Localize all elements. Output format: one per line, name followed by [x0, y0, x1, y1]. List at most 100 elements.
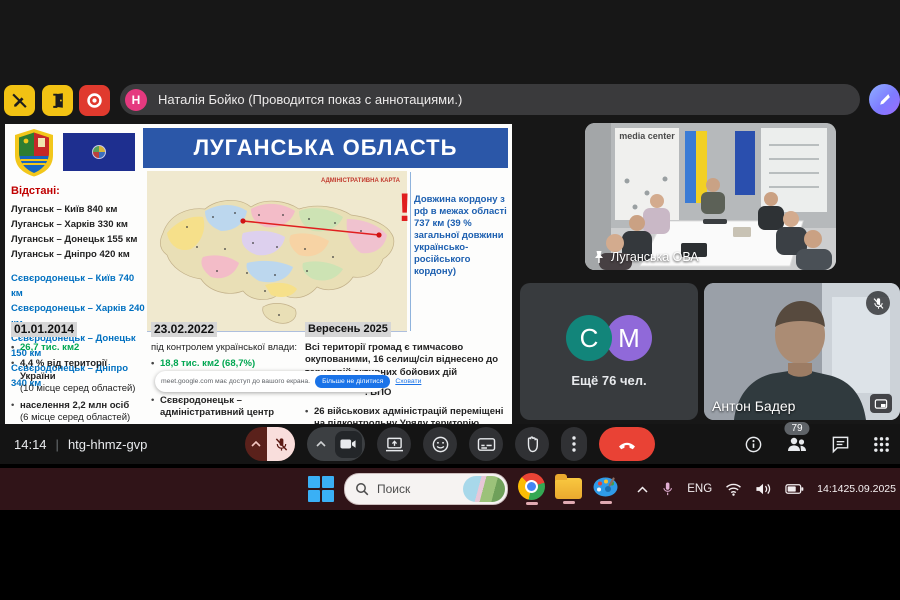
stop-sharing-button[interactable]: Більше не ділитися	[315, 375, 390, 388]
pin-icon	[593, 250, 605, 264]
camera-options-chevron[interactable]	[309, 427, 333, 461]
distance-line: Луганськ – Дніпро 420 км	[11, 247, 145, 262]
date-2022: 23.02.2022	[151, 322, 217, 337]
chrome-icon	[518, 473, 545, 500]
participants-button[interactable]: 79	[786, 435, 808, 453]
presenter-avatar: Н	[125, 89, 147, 111]
taskbar-file-explorer[interactable]	[555, 474, 582, 504]
presenter-banner[interactable]: Н Наталія Бойко (Проводится показ с анно…	[120, 84, 860, 115]
video-tile-others[interactable]: C M Ещё 76 чел.	[520, 283, 698, 420]
share-notice-message: meet.google.com має доступ до вашого екр…	[161, 378, 310, 385]
videocam-icon	[340, 438, 356, 450]
taskbar-clock[interactable]: 14:14 25.09.2025	[817, 483, 896, 496]
activities-button[interactable]	[873, 436, 890, 453]
reactions-button[interactable]	[423, 427, 457, 461]
more-vert-icon	[572, 436, 576, 452]
present-icon	[385, 436, 404, 453]
wifi-status[interactable]	[725, 483, 742, 496]
search-input[interactable]	[375, 481, 465, 497]
captions-button[interactable]	[469, 427, 503, 461]
more-options-button[interactable]	[561, 427, 587, 461]
pinned-tile-name: Луганська ОВА	[611, 250, 699, 264]
record-button[interactable]	[79, 85, 110, 116]
luhansk-coat-of-arms	[11, 127, 57, 178]
battery-status[interactable]	[785, 483, 804, 495]
search-daily-image[interactable]	[463, 476, 505, 502]
avatar: M	[606, 315, 652, 361]
muted-indicator	[866, 291, 890, 315]
share-line: 4,4 % від території України	[20, 358, 144, 383]
avatar: C	[566, 315, 612, 361]
meet-control-bar: 14:14 | htg-hhmz-gvp	[0, 424, 900, 464]
shared-screen-slide: ЛУГАНСЬКА ОБЛАСТЬ Відстані: Луганськ – К…	[5, 124, 512, 425]
area-2014: 26,7 тис. км2	[11, 342, 144, 355]
area-2022: 18,8 тис. км2 (68,7%)	[151, 358, 301, 371]
tray-mic-in-use[interactable]	[661, 481, 674, 497]
population-line: населення 2,2 млн осіб	[20, 400, 144, 413]
tray-overflow-chevron[interactable]	[637, 486, 648, 493]
windows-taskbar: ENG 14:14	[0, 468, 900, 510]
chat-button[interactable]	[831, 435, 850, 454]
mic-off-icon	[274, 437, 289, 452]
share-line: (10 місце серед областей)	[20, 383, 144, 396]
taskbar-paint[interactable]	[592, 475, 619, 504]
present-screen-button[interactable]	[377, 427, 411, 461]
participants-count-badge: 79	[784, 422, 809, 435]
volume-status[interactable]	[755, 482, 772, 496]
distance-line: Луганськ – Донецьк 155 км	[11, 232, 145, 247]
taskbar-date: 25.09.2025	[843, 483, 896, 496]
column-2014: 01.01.2014 26,7 тис. км2 4,4 % від терит…	[11, 322, 144, 425]
people-icon	[786, 435, 808, 453]
warning-exclamation: !	[398, 188, 411, 228]
active-app-indicator	[563, 501, 575, 504]
record-icon	[86, 92, 103, 109]
distance-line: Луганськ – Харків 330 км	[11, 217, 145, 232]
camera-button[interactable]	[307, 427, 365, 461]
start-button[interactable]	[308, 476, 334, 502]
hide-notice-link[interactable]: Сховати	[395, 378, 421, 385]
active-app-indicator	[600, 501, 612, 504]
admin-center-line: Сєвєродонецьк –	[160, 395, 301, 408]
presenter-text: Наталія Бойко (Проводится показ с аннота…	[158, 92, 462, 107]
raise-hand-button[interactable]	[515, 427, 549, 461]
admin-center-line: адміністративний центр	[160, 407, 301, 420]
annotations-off-icon	[11, 92, 28, 109]
palette-icon	[592, 475, 619, 499]
distances-header: Відстані:	[11, 184, 145, 199]
luhansk-flag	[63, 133, 135, 171]
door-icon	[49, 92, 66, 109]
speaker-icon	[755, 482, 772, 496]
end-call-icon	[616, 434, 638, 454]
taskbar-chrome[interactable]	[518, 473, 545, 505]
exit-annotation-button[interactable]	[42, 85, 73, 116]
meeting-details-button[interactable]	[744, 435, 763, 454]
taskbar-time: 14:14	[817, 483, 843, 496]
border-length-note: Довжина кордону з рф в межах області 737…	[414, 194, 510, 278]
mic-options-chevron[interactable]	[245, 427, 267, 461]
video-tile-speaker[interactable]: Антон Бадер	[704, 283, 900, 420]
video-tile-pinned[interactable]: media center	[585, 123, 836, 270]
ukraine-map: АДМІНІСТРАТИВНА КАРТА	[147, 171, 407, 332]
others-count-label: Ещё 76 чел.	[571, 373, 646, 388]
population-line: (6 місце серед областей)	[20, 412, 144, 425]
mic-icon	[661, 481, 674, 497]
date-2014: 01.01.2014	[11, 322, 77, 337]
search-icon	[355, 482, 369, 496]
annotate-pen-button[interactable]	[869, 84, 900, 115]
battery-icon	[785, 483, 804, 495]
control-subtitle: під контролем української влади:	[151, 342, 301, 355]
slide-title: ЛУГАНСЬКА ОБЛАСТЬ	[194, 135, 458, 161]
language-switcher[interactable]: ENG	[687, 483, 712, 495]
expand-tile-button[interactable]	[870, 394, 892, 413]
annotations-off-button[interactable]	[4, 85, 35, 116]
active-app-indicator	[526, 502, 538, 505]
emoji-icon	[431, 435, 450, 454]
meeting-info: 14:14 | htg-hhmz-gvp	[14, 424, 147, 464]
mic-mute-button[interactable]	[245, 427, 295, 461]
end-call-button[interactable]	[599, 427, 655, 461]
raise-hand-icon	[524, 435, 541, 453]
others-avatars: C M	[566, 315, 652, 361]
divider: |	[56, 437, 59, 452]
taskbar-search[interactable]	[344, 473, 508, 505]
meeting-code: htg-hhmz-gvp	[68, 437, 147, 452]
